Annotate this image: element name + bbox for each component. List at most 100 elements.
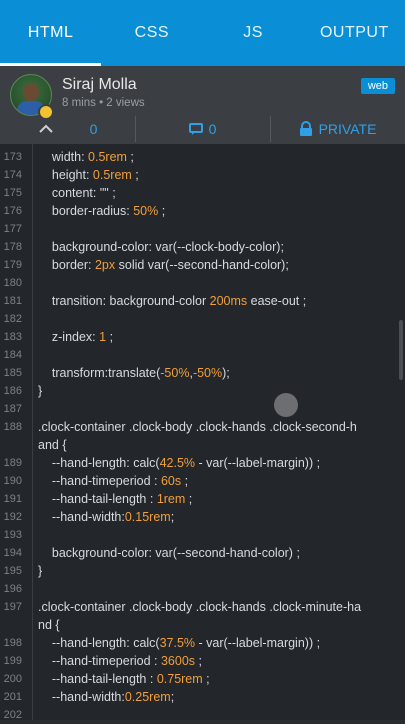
code-line[interactable]: and { — [0, 436, 405, 454]
code-line[interactable]: 181 transition: background-color 200ms e… — [0, 292, 405, 310]
code-line[interactable]: 186} — [0, 382, 405, 400]
code-line[interactable]: 202 — [0, 706, 405, 724]
line-number: 198 — [3, 637, 22, 649]
code-line[interactable]: 187 — [0, 400, 405, 418]
code-editor[interactable]: 173 width: 0.5rem ; 174 height: 0.5rem ; 1… — [0, 144, 405, 721]
code-text: background-color: var(--second-hand-colo… — [38, 546, 300, 560]
code-line[interactable]: 184 — [0, 346, 405, 364]
comments-button[interactable]: 0 — [135, 114, 270, 144]
line-number: 195 — [3, 565, 22, 577]
code-line[interactable]: 179 border: 2px solid var(--second-hand-… — [0, 256, 405, 274]
code-text: content: "" ; — [38, 186, 116, 200]
code-line[interactable]: 196 — [0, 580, 405, 598]
code-line[interactable]: 178 background-color: var(--clock-body-c… — [0, 238, 405, 256]
code-text: } — [38, 384, 43, 398]
line-number: 192 — [3, 511, 22, 523]
code-text: .clock-container .clock-body .clock-hand… — [38, 600, 362, 614]
code-line[interactable]: 188 .clock-container .clock-body .clock-h… — [0, 418, 405, 436]
code-text: nd { — [38, 618, 60, 632]
code-line[interactable]: 189 --hand-length: calc(42.5% - var(--la… — [0, 454, 405, 472]
line-number: 200 — [3, 673, 22, 685]
code-line[interactable]: 200 --hand-tail-length : 0.75rem ; — [0, 670, 405, 688]
tab-js[interactable]: JS — [203, 0, 304, 66]
code-line[interactable]: 175 content: "" ; — [0, 184, 405, 202]
code-line[interactable]: 193 — [0, 526, 405, 544]
line-number: 199 — [3, 655, 22, 667]
code-line[interactable]: 199 --hand-timeperiod : 3600s ; — [0, 652, 405, 670]
line-number: 191 — [3, 493, 22, 505]
code-line[interactable]: 197 .clock-container .clock-body .clock-h… — [0, 598, 405, 616]
code-text: z-index: 1 ; — [38, 330, 114, 344]
code-line[interactable]: nd { — [0, 616, 405, 634]
code-text: width: 0.5rem ; — [38, 150, 134, 164]
line-number: 177 — [3, 223, 22, 235]
code-text: height: 0.5rem ; — [38, 168, 139, 182]
tab-css[interactable]: CSS — [101, 0, 202, 66]
code-text: --hand-length: calc(37.5% - var(--label-… — [38, 636, 321, 650]
line-number: 181 — [3, 295, 22, 307]
chevron-up-icon — [38, 121, 60, 138]
line-number: 180 — [3, 277, 22, 289]
privacy-label: PRIVATE — [318, 121, 377, 137]
code-line[interactable]: 182 — [0, 310, 405, 328]
line-number: 178 — [3, 241, 22, 253]
code-line[interactable]: 201 --hand-width:0.25rem; — [0, 688, 405, 706]
lock-icon — [299, 121, 312, 136]
code-text: --hand-timeperiod : 60s ; — [38, 474, 189, 488]
code-line[interactable]: 195} — [0, 562, 405, 580]
line-number: 179 — [3, 259, 22, 271]
scrollbar-thumb[interactable] — [399, 320, 403, 380]
line-number: 185 — [3, 367, 22, 379]
code-line[interactable]: 183 z-index: 1 ; — [0, 328, 405, 346]
line-number: 197 — [3, 601, 22, 613]
upvote-count: 0 — [89, 121, 98, 137]
code-line[interactable]: 174 height: 0.5rem ; — [0, 166, 405, 184]
language-tag: web — [360, 78, 395, 94]
code-text: --hand-tail-length : 1rem ; — [38, 492, 193, 506]
line-number: 190 — [3, 475, 22, 487]
code-line[interactable]: 173 width: 0.5rem ; — [0, 148, 405, 166]
code-line[interactable]: 176 border-radius: 50% ; — [0, 202, 405, 220]
line-number: 173 — [3, 151, 22, 163]
line-number: 176 — [3, 205, 22, 217]
line-number: 201 — [3, 691, 22, 703]
line-number: 186 — [3, 385, 22, 397]
code-line[interactable]: 192 --hand-width:0.15rem; — [0, 508, 405, 526]
line-number: 189 — [3, 457, 22, 469]
code-text: border: 2px solid var(--second-hand-colo… — [38, 258, 289, 272]
code-text: border-radius: 50% ; — [38, 204, 166, 218]
code-line[interactable]: 190 --hand-timeperiod : 60s ; — [0, 472, 405, 490]
line-number: 187 — [3, 403, 22, 415]
code-text: transform:translate(-50%,-50%); — [38, 366, 230, 380]
author-header: Siraj Molla 8 mins • 2 views web 0 0 PRI… — [0, 66, 405, 144]
tab-html[interactable]: HTML — [0, 0, 102, 66]
code-text: transition: background-color 200ms ease-… — [38, 294, 307, 308]
line-number: 183 — [3, 331, 22, 343]
code-line[interactable]: 194 background-color: var(--second-hand-… — [0, 544, 405, 562]
author-name[interactable]: Siraj Molla — [62, 76, 137, 94]
comment-count: 0 — [208, 121, 217, 137]
code-line[interactable]: 198 --hand-length: calc(37.5% - var(--la… — [0, 634, 405, 652]
line-number: 184 — [3, 349, 22, 361]
line-number: 175 — [3, 187, 22, 199]
code-line[interactable]: 180 — [0, 274, 405, 292]
code-text: } — [38, 564, 43, 578]
line-number: 202 — [3, 709, 22, 721]
line-number: 193 — [3, 529, 22, 541]
action-bar: 0 0 PRIVATE — [0, 114, 405, 144]
tab-bar: HTML CSS JS OUTPUT — [0, 0, 405, 66]
touch-indicator — [274, 393, 298, 417]
comment-icon — [188, 122, 203, 135]
code-text: and { — [38, 438, 67, 452]
privacy-button[interactable]: PRIVATE — [270, 114, 405, 144]
code-line[interactable]: 185 transform:translate(-50%,-50%); — [0, 364, 405, 382]
line-number: 196 — [3, 583, 22, 595]
tab-output[interactable]: OUTPUT — [304, 0, 405, 66]
code-text: --hand-width:0.15rem; — [38, 510, 175, 524]
code-line[interactable]: 191 --hand-tail-length : 1rem ; — [0, 490, 405, 508]
line-number: 188 — [3, 421, 22, 433]
code-line[interactable]: 177 — [0, 220, 405, 238]
upvote-button[interactable]: 0 — [0, 114, 135, 144]
code-text: --hand-tail-length : 0.75rem ; — [38, 672, 210, 686]
line-number: 194 — [3, 547, 22, 559]
